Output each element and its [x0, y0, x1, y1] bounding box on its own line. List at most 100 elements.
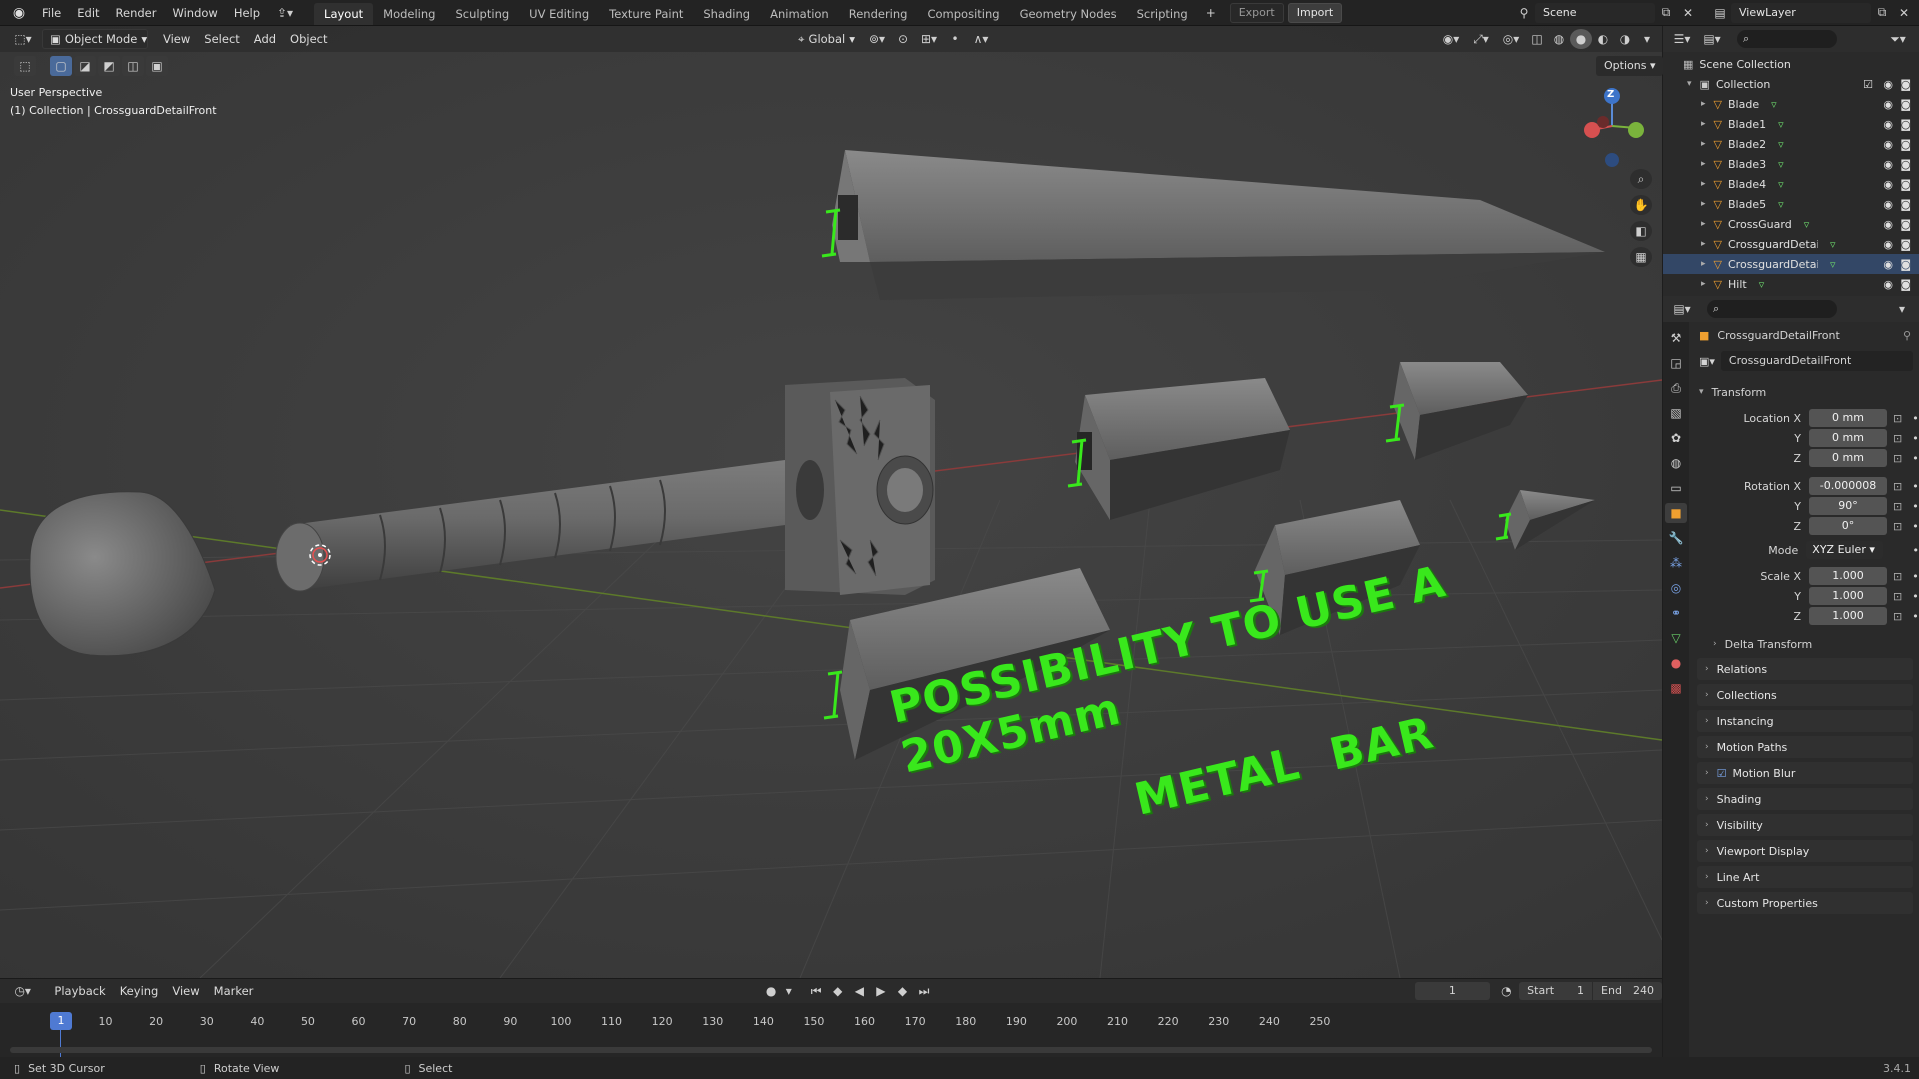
location-x-field[interactable]: 0 mm [1809, 409, 1887, 427]
snap-target-icon[interactable]: ⊞▾ [914, 29, 944, 49]
panel-motion-paths[interactable]: › Motion Paths [1697, 736, 1913, 758]
rotation-z-field[interactable]: 0° [1809, 517, 1887, 535]
eye-icon[interactable]: ◉ [1883, 78, 1893, 91]
proportional-edit-icon[interactable]: • [944, 29, 966, 49]
add-workspace-icon[interactable]: + [1200, 3, 1222, 23]
checkbox-icon[interactable]: ☑ [1863, 78, 1873, 91]
panel-instancing[interactable]: › Instancing [1697, 710, 1913, 732]
panel-collections[interactable]: › Collections [1697, 684, 1913, 706]
wireframe-shading-icon[interactable]: ◍ [1548, 29, 1570, 49]
eye-icon[interactable]: ◉ [1883, 198, 1893, 211]
material-shading-icon[interactable]: ◐ [1592, 29, 1614, 49]
scene-field[interactable]: Scene [1535, 2, 1655, 23]
jump-start-icon[interactable]: ⏮ [805, 981, 827, 1001]
camera-icon[interactable]: ◙ [1900, 118, 1911, 131]
expand-icon[interactable]: ▸ [1701, 139, 1706, 149]
play-reverse-icon[interactable]: ◀ [849, 981, 871, 1001]
gizmo-toggle-icon[interactable]: ⤢▾ [1466, 29, 1496, 49]
render-tab-icon[interactable]: ◲ [1665, 353, 1687, 373]
select-mode-subtract-icon[interactable]: ◩ [98, 56, 120, 76]
output-tab-icon[interactable]: ⎙ [1665, 378, 1687, 398]
lock-icon[interactable]: ⊡ [1893, 432, 1902, 445]
object-tab-icon[interactable]: ■ [1665, 503, 1687, 523]
world-tab-icon[interactable]: ◍ [1665, 453, 1687, 473]
workspace-tab-sculpting[interactable]: Sculpting [445, 3, 519, 25]
select-mode-extend-icon[interactable]: ◪ [74, 56, 96, 76]
expand-icon[interactable]: ▸ [1701, 119, 1706, 129]
lock-icon[interactable]: ⊡ [1893, 610, 1902, 623]
eye-icon[interactable]: ◉ [1883, 138, 1893, 151]
checkbox-icon[interactable]: ☑ [1717, 767, 1727, 780]
menu-file[interactable]: File [34, 3, 69, 23]
viewport-menu-view[interactable]: View [156, 29, 197, 49]
keyframe-dot-icon[interactable]: • [1912, 412, 1919, 425]
start-frame-field[interactable]: Start 1 [1519, 982, 1593, 1000]
end-frame-field[interactable]: End 240 [1593, 982, 1662, 1000]
eye-icon[interactable]: ◉ [1883, 98, 1893, 111]
outliner-item[interactable]: ▸ ▽ Blade5 ▿ ◉ ◙ [1663, 194, 1919, 214]
timeline-menu-view[interactable]: View [165, 981, 206, 1001]
lock-icon[interactable]: ⊡ [1893, 520, 1902, 533]
location-z-field[interactable]: 0 mm [1809, 449, 1887, 467]
jump-end-icon[interactable]: ⏭ [913, 981, 935, 1001]
workspace-tab-geometry-nodes[interactable]: Geometry Nodes [1010, 3, 1127, 25]
eye-icon[interactable]: ◉ [1883, 278, 1893, 291]
viewport-menu-select[interactable]: Select [197, 29, 246, 49]
outliner-search[interactable]: ⌕ [1737, 30, 1837, 48]
outliner-item[interactable]: ▸ ▽ Blade1 ▿ ◉ ◙ [1663, 114, 1919, 134]
camera-icon[interactable]: ◙ [1900, 278, 1911, 291]
eye-icon[interactable]: ◉ [1883, 258, 1893, 271]
expand-icon[interactable]: ▸ [1701, 99, 1706, 109]
location-y-field[interactable]: 0 mm [1809, 429, 1887, 447]
3d-viewport[interactable]: User Perspective (1) Collection | Crossg… [0, 26, 1662, 978]
solid-shading-icon[interactable]: ● [1570, 29, 1592, 49]
collection-row[interactable]: ▾ ▣ Collection ☑ ◉ ◙ [1663, 74, 1919, 94]
menu-edit[interactable]: Edit [69, 3, 107, 23]
particles-tab-icon[interactable]: ⁂ [1665, 553, 1687, 573]
scale-x-field[interactable]: 1.000 [1809, 567, 1887, 585]
playhead-marker[interactable]: 1 [50, 1012, 72, 1030]
keyframe-dot-icon[interactable]: • [1912, 570, 1919, 583]
import-button[interactable]: Import [1287, 2, 1343, 23]
outliner-item[interactable]: ▸ ▽ Hilt ▿ ◉ ◙ [1663, 274, 1919, 294]
camera-icon[interactable]: ◙ [1900, 158, 1911, 171]
lock-icon[interactable]: ⊡ [1893, 570, 1902, 583]
workspace-tab-layout[interactable]: Layout [314, 3, 374, 25]
lock-icon[interactable]: ⊡ [1893, 590, 1902, 603]
workspace-tab-animation[interactable]: Animation [760, 3, 839, 25]
workspace-tab-modeling[interactable]: Modeling [373, 3, 445, 25]
properties-search[interactable]: ⌕ [1707, 300, 1837, 318]
camera-view-icon[interactable]: ◧ [1630, 221, 1652, 241]
data-tab-icon[interactable]: ▽ [1665, 628, 1687, 648]
pin-icon[interactable]: ⚲ [1903, 329, 1911, 342]
expand-icon[interactable]: ▸ [1701, 219, 1706, 229]
lock-icon[interactable]: ⊡ [1893, 480, 1902, 493]
play-icon[interactable]: ▶ [870, 981, 892, 1001]
workspace-tab-compositing[interactable]: Compositing [917, 3, 1009, 25]
delta-transform-header[interactable]: › Delta Transform [1691, 632, 1919, 656]
pivot-icon[interactable]: ⊚▾ [862, 29, 892, 49]
pan-hand-icon[interactable]: ✋ [1630, 195, 1652, 215]
zoom-icon[interactable]: ⌕ [1630, 169, 1652, 189]
keyframe-dot-icon[interactable]: • [1913, 544, 1919, 557]
export-button[interactable]: Export [1229, 2, 1284, 23]
data-block-field[interactable]: CrossguardDetailFront [1720, 351, 1913, 371]
rotation-y-field[interactable]: 90° [1809, 497, 1887, 515]
outliner-item[interactable]: ▸ ▽ Blade2 ▿ ◉ ◙ [1663, 134, 1919, 154]
close-scene-icon[interactable]: ✕ [1677, 3, 1699, 23]
scene-tab-icon[interactable]: ✿ [1665, 428, 1687, 448]
close-view-layer-icon[interactable]: ✕ [1893, 3, 1915, 23]
panel-viewport-display[interactable]: › Viewport Display [1697, 840, 1913, 862]
new-view-layer-icon[interactable]: ⧉ [1871, 3, 1893, 23]
view-layer-icon[interactable]: ▤ [1709, 3, 1731, 23]
eye-icon[interactable]: ◉ [1883, 238, 1893, 251]
collection-tab-icon[interactable]: ▭ [1665, 478, 1687, 498]
menu-help[interactable]: Help [226, 3, 268, 23]
blender-logo-icon[interactable]: ◉ [10, 4, 28, 22]
menu-window[interactable]: Window [164, 3, 225, 23]
overlays-icon[interactable]: ◎▾ [1496, 29, 1526, 49]
viewport-menu-add[interactable]: Add [247, 29, 283, 49]
object-data-icon[interactable]: ▣▾ [1699, 355, 1715, 368]
view-layer-tab-icon[interactable]: ▧ [1665, 403, 1687, 423]
timeline-scrollbar[interactable] [10, 1047, 1652, 1053]
